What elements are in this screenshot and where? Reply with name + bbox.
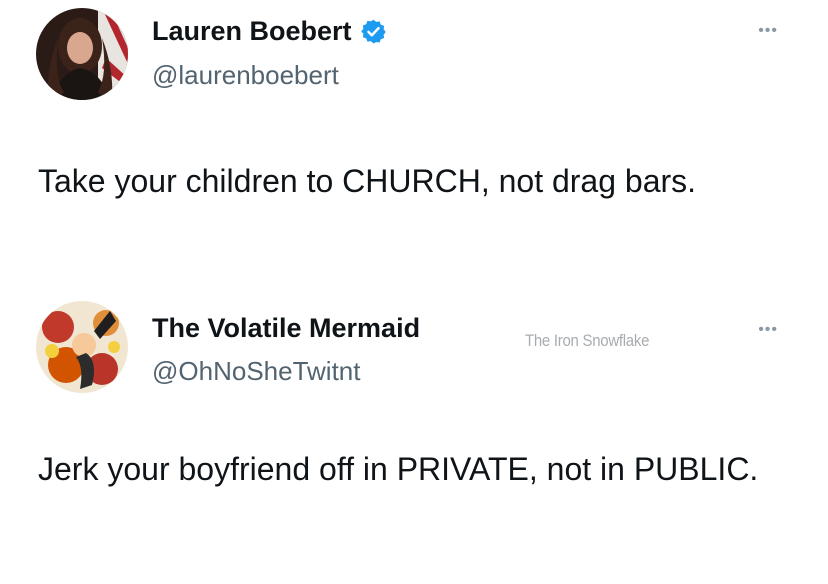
avatar-photo-icon bbox=[36, 8, 128, 100]
more-options-icon[interactable]: ••• bbox=[758, 22, 778, 40]
avatar[interactable] bbox=[36, 8, 128, 100]
tweet-original[interactable]: Lauren Boebert @laurenboebert ••• Take y… bbox=[0, 0, 828, 270]
verified-badge-icon bbox=[360, 18, 387, 45]
author-handle[interactable]: @laurenboebert bbox=[152, 60, 339, 91]
display-name[interactable]: Lauren Boebert bbox=[152, 16, 352, 47]
watermark-text: The Iron Snowflake bbox=[525, 331, 650, 350]
tweet-text: Jerk your boyfriend off in PRIVATE, not … bbox=[38, 451, 759, 487]
author-handle[interactable]: @OhNoSheTwitnt bbox=[152, 356, 360, 387]
author-name-line[interactable]: The Volatile Mermaid bbox=[152, 313, 420, 344]
avatar-photo-icon bbox=[36, 301, 128, 393]
more-options-icon[interactable]: ••• bbox=[758, 321, 778, 339]
tweet-reply[interactable]: The Volatile Mermaid @OhNoSheTwitnt The … bbox=[0, 285, 828, 584]
avatar[interactable] bbox=[36, 301, 128, 393]
tweet-text: Take your children to CHURCH, not drag b… bbox=[38, 163, 697, 199]
display-name[interactable]: The Volatile Mermaid bbox=[152, 313, 420, 344]
author-name-line[interactable]: Lauren Boebert bbox=[152, 16, 387, 47]
